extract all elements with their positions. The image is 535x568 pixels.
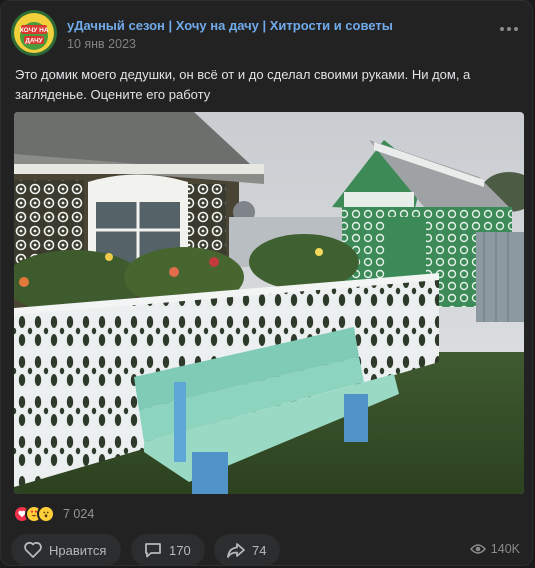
reactions-count: 7 024 (63, 507, 95, 521)
comments-button[interactable]: 170 (131, 534, 205, 566)
post-author-link[interactable]: уДачный сезон | Хочу на дачу | Хитрости … (67, 18, 393, 33)
comments-count: 170 (169, 542, 191, 558)
shares-count: 74 (252, 542, 267, 558)
more-options-icon[interactable] (500, 27, 518, 31)
avatar[interactable]: ХОЧУ НА ДАЧУ (11, 10, 57, 56)
share-icon (227, 543, 245, 558)
comment-icon (145, 543, 161, 558)
post-date[interactable]: 10 янв 2023 (67, 37, 136, 51)
heart-outline-icon (24, 541, 42, 558)
eye-icon (469, 544, 486, 554)
post-photo[interactable] (14, 112, 524, 494)
like-button[interactable]: Нравится (11, 534, 121, 566)
svg-text:ДАЧУ: ДАЧУ (25, 38, 43, 45)
views-count: 140K (490, 542, 520, 556)
share-button[interactable]: 74 (214, 534, 280, 566)
post-card: ХОЧУ НА ДАЧУ уДачный сезон | Хочу на дач… (0, 0, 533, 566)
svg-text:ХОЧУ НА: ХОЧУ НА (19, 27, 48, 34)
wow-icon (37, 505, 55, 523)
house-with-carved-fence-photo (14, 112, 524, 494)
avatar-logo-icon: ХОЧУ НА ДАЧУ (11, 10, 57, 56)
post-text: Это домик моего дедушки, он всё от и до … (15, 67, 471, 102)
reactions-summary[interactable]: 7 024 (13, 505, 94, 523)
views-counter: 140K (469, 542, 520, 556)
like-label: Нравится (49, 542, 107, 558)
